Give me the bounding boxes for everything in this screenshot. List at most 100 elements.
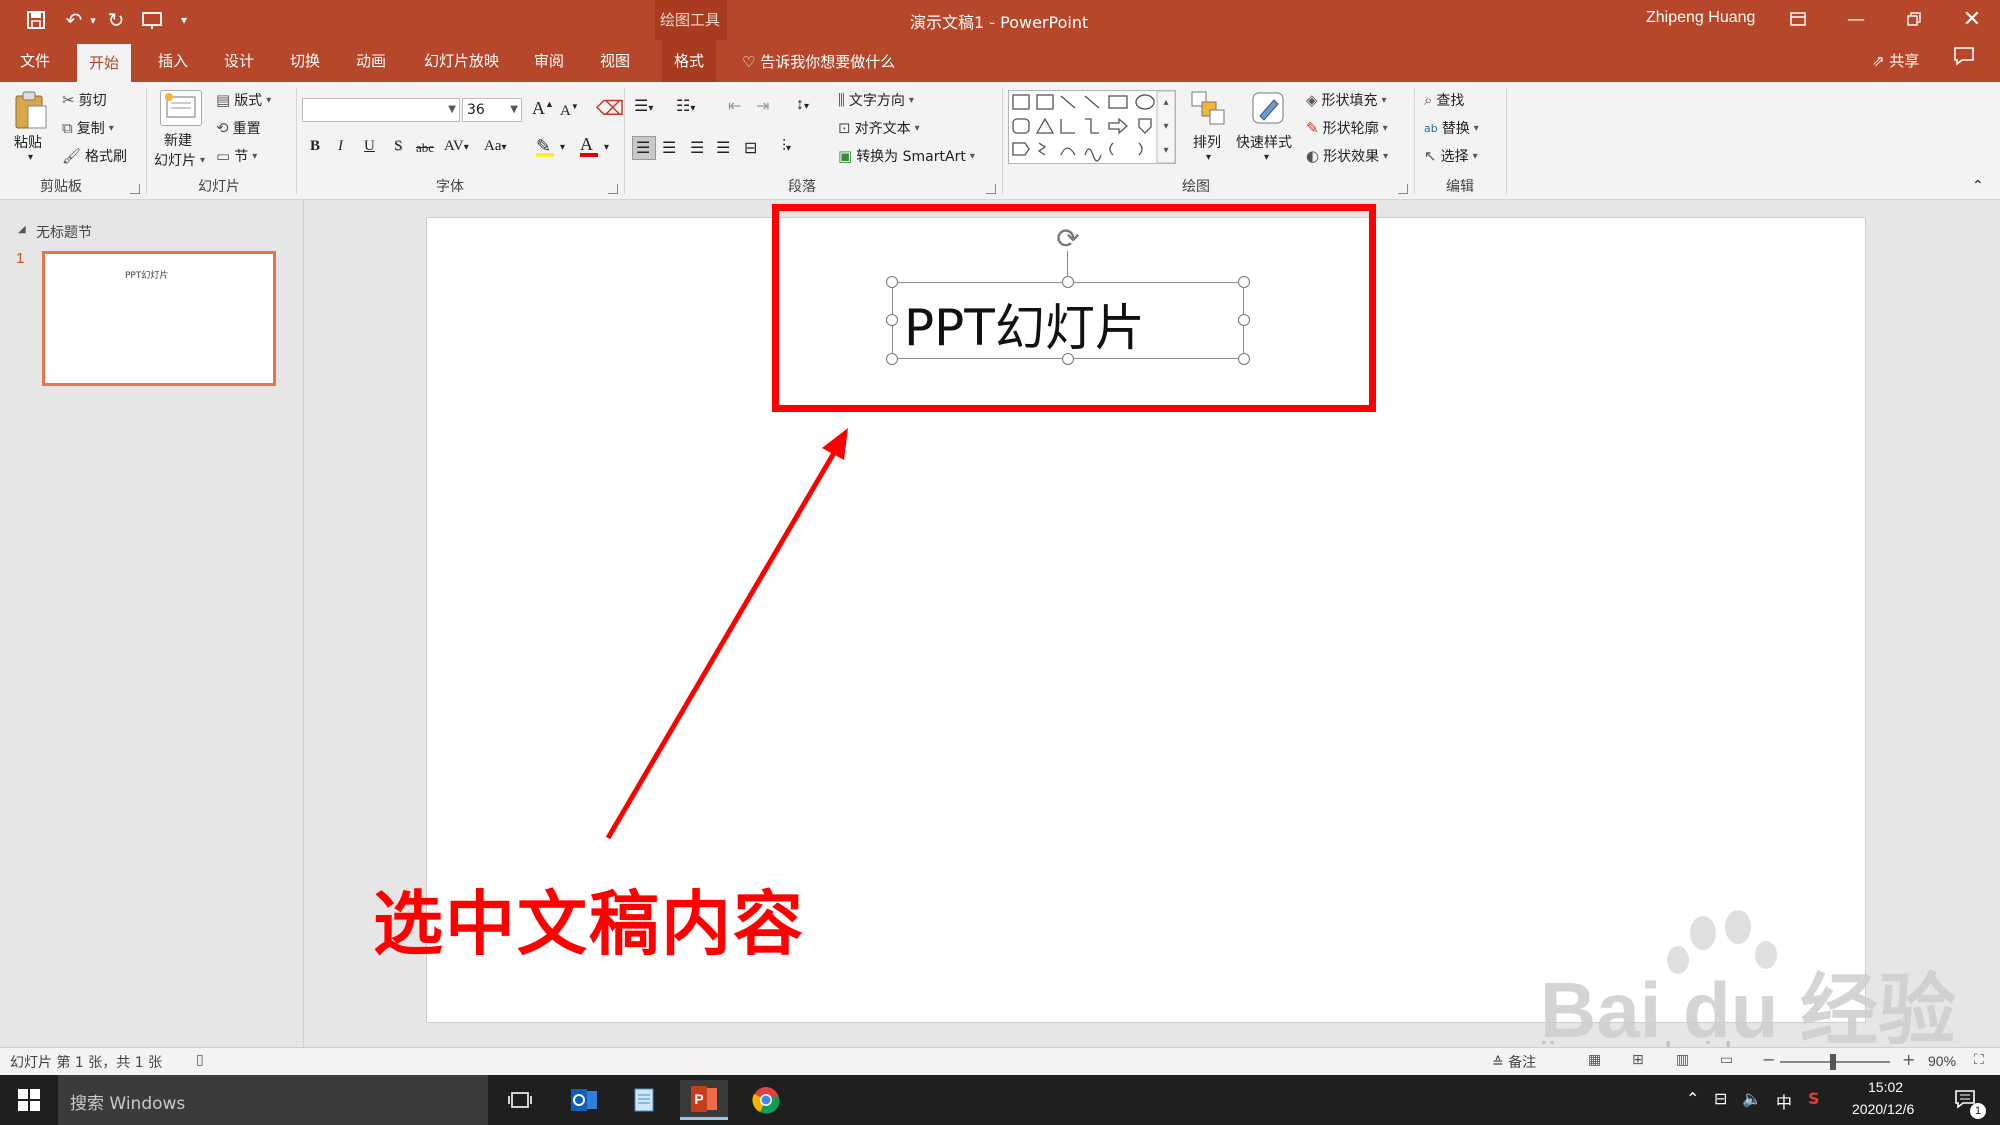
shape-fill-button[interactable]: ◈ 形状填充 ▾ — [1306, 90, 1387, 110]
redo-icon[interactable]: ↻ — [102, 6, 130, 34]
sogou-input-icon[interactable]: S — [1808, 1089, 1820, 1108]
user-name[interactable]: Zhipeng Huang — [1646, 9, 1755, 27]
copy-button[interactable]: ⧉ 复制 ▾ — [62, 118, 114, 138]
zoom-slider-thumb[interactable] — [1830, 1054, 1836, 1070]
reading-view-icon[interactable]: ▥ — [1676, 1052, 1689, 1068]
chrome-icon[interactable] — [742, 1080, 790, 1120]
tab-insert[interactable]: 插入 — [146, 40, 200, 82]
decrease-indent-icon[interactable]: ⇤ — [728, 96, 741, 116]
align-right-icon[interactable]: ☰ — [690, 138, 704, 158]
network-icon[interactable]: ⊟ — [1714, 1089, 1727, 1108]
windows-start-icon[interactable] — [0, 1075, 58, 1125]
share-button[interactable]: ⇗ 共享 — [1872, 50, 1919, 71]
undo-icon[interactable]: ↶ — [60, 6, 88, 34]
find-button[interactable]: ⌕ 查找 — [1424, 90, 1464, 110]
bold-button[interactable]: B — [310, 138, 320, 155]
drawing-dialog-launcher[interactable] — [1398, 184, 1408, 194]
font-name-combo[interactable]: ▼ — [302, 98, 460, 122]
zoom-level[interactable]: 90% — [1928, 1053, 1956, 1069]
font-color-icon[interactable]: A — [580, 134, 598, 157]
text-direction-button[interactable]: ⫼ 文字方向 ▾ — [838, 90, 914, 110]
restore-icon[interactable] — [1896, 4, 1932, 34]
collapse-ribbon-icon[interactable]: ⌃ — [1972, 178, 1984, 194]
tell-me-search[interactable]: ♡ 告诉我你想要做什么 — [742, 51, 895, 72]
align-text-button[interactable]: ⊡ 对齐文本 ▾ — [838, 118, 920, 138]
character-spacing-button[interactable]: AV▾ — [444, 138, 469, 155]
highlight-color-icon[interactable]: ✎ — [536, 136, 554, 157]
change-case-button[interactable]: Aa▾ — [484, 138, 507, 155]
collapse-section-icon[interactable]: ◢ — [18, 224, 26, 235]
start-from-beginning-icon[interactable] — [138, 6, 166, 34]
shape-effects-button[interactable]: ◐ 形状效果 ▾ — [1306, 146, 1388, 166]
new-slide-icon[interactable] — [160, 90, 202, 126]
arrange-icon[interactable] — [1190, 90, 1226, 126]
tab-home[interactable]: 开始 — [77, 44, 132, 82]
grow-font-button[interactable]: A▲ — [532, 98, 554, 119]
clear-formatting-icon[interactable]: ⌫ — [596, 96, 624, 121]
ribbon-display-options-icon[interactable] — [1780, 4, 1816, 34]
comments-icon[interactable] — [1950, 46, 1978, 74]
powerpoint-taskbar-icon[interactable]: P — [680, 1080, 728, 1120]
clock-date[interactable]: 2020/12/6 — [1852, 1101, 1914, 1117]
slide-sorter-icon[interactable]: ⊞ — [1632, 1052, 1644, 1068]
font-size-combo[interactable]: 36 ▼ — [462, 98, 522, 122]
layout-button[interactable]: ▤ 版式 ▾ — [216, 90, 271, 110]
tab-animations[interactable]: 动画 — [344, 40, 398, 82]
paste-icon[interactable] — [12, 90, 52, 129]
columns-icon[interactable]: ⫶▾ — [782, 138, 791, 156]
tab-file[interactable]: 文件 — [8, 40, 62, 82]
clipboard-dialog-launcher[interactable] — [130, 184, 140, 194]
zoom-out-icon[interactable]: − — [1762, 1050, 1775, 1069]
reset-button[interactable]: ⟲ 重置 — [216, 118, 261, 138]
section-name[interactable]: 无标题节 — [36, 222, 92, 242]
zoom-in-icon[interactable]: + — [1902, 1050, 1915, 1069]
shrink-font-button[interactable]: A▼ — [560, 102, 579, 120]
outlook-icon[interactable] — [560, 1080, 608, 1120]
justify-icon[interactable]: ☰ — [716, 138, 730, 158]
minimize-icon[interactable]: — — [1838, 4, 1874, 34]
align-center-icon[interactable]: ☰ — [662, 138, 676, 158]
tab-transitions[interactable]: 切换 — [278, 40, 332, 82]
section-button[interactable]: ▭ 节 ▾ — [216, 146, 257, 166]
spelling-check-icon[interactable]: ▯ — [196, 1052, 204, 1068]
shape-outline-button[interactable]: ✎ 形状轮廓 ▾ — [1306, 118, 1388, 138]
highlight-dropdown-icon[interactable]: ▾ — [560, 142, 565, 153]
font-color-dropdown-icon[interactable]: ▾ — [604, 142, 609, 153]
slideshow-view-icon[interactable]: ▭ — [1720, 1052, 1733, 1068]
task-view-icon[interactable] — [496, 1080, 544, 1120]
notepad-icon[interactable] — [620, 1080, 668, 1120]
paste-button[interactable]: 粘贴 — [14, 132, 42, 152]
distributed-icon[interactable]: ⊟ — [744, 138, 757, 158]
fit-to-window-icon[interactable]: ⛶ — [1974, 1052, 1984, 1068]
font-dialog-launcher[interactable] — [608, 184, 618, 194]
cut-button[interactable]: ✂ 剪切 — [62, 90, 107, 110]
bullets-icon[interactable]: ☰▾ — [634, 96, 653, 116]
save-icon[interactable] — [22, 6, 50, 34]
paragraph-dialog-launcher[interactable] — [986, 184, 996, 194]
select-button[interactable]: ↖ 选择 ▾ — [1424, 146, 1478, 166]
show-hidden-icons-icon[interactable]: ⌃ — [1686, 1089, 1699, 1108]
close-icon[interactable]: ✕ — [1954, 4, 1990, 34]
customize-toolbar-icon[interactable]: ▾ — [176, 6, 192, 34]
quick-styles-icon[interactable] — [1250, 90, 1286, 126]
increase-indent-icon[interactable]: ⇥ — [756, 96, 769, 116]
italic-button[interactable]: I — [338, 138, 343, 155]
quick-styles-dropdown-icon[interactable]: ▾ — [1264, 152, 1269, 163]
shapes-gallery[interactable]: ▴ ▾ ▾ — [1008, 90, 1176, 164]
text-shadow-button[interactable]: S — [394, 138, 402, 155]
replace-button[interactable]: ab 替换 ▾ — [1424, 118, 1479, 138]
new-slide-button[interactable]: 幻灯片 ▾ — [154, 150, 205, 170]
volume-icon[interactable]: 🔈 — [1742, 1089, 1762, 1108]
arrange-dropdown-icon[interactable]: ▾ — [1206, 152, 1211, 163]
ime-indicator[interactable]: 中 — [1776, 1089, 1792, 1113]
arrange-button[interactable]: 排列 — [1193, 132, 1221, 152]
clock-time[interactable]: 15:02 — [1868, 1079, 1903, 1095]
new-slide-label-1[interactable]: 新建 — [164, 130, 192, 150]
tab-view[interactable]: 视图 — [588, 40, 642, 82]
line-spacing-icon[interactable]: ↕▾ — [796, 96, 809, 114]
numbering-icon[interactable]: ☷▾ — [676, 96, 695, 116]
normal-view-icon[interactable]: ▦ — [1588, 1052, 1601, 1068]
tab-slideshow[interactable]: 幻灯片放映 — [412, 40, 511, 82]
paste-dropdown-icon[interactable]: ▾ — [28, 152, 33, 163]
undo-dropdown-icon[interactable]: ▾ — [86, 6, 100, 34]
